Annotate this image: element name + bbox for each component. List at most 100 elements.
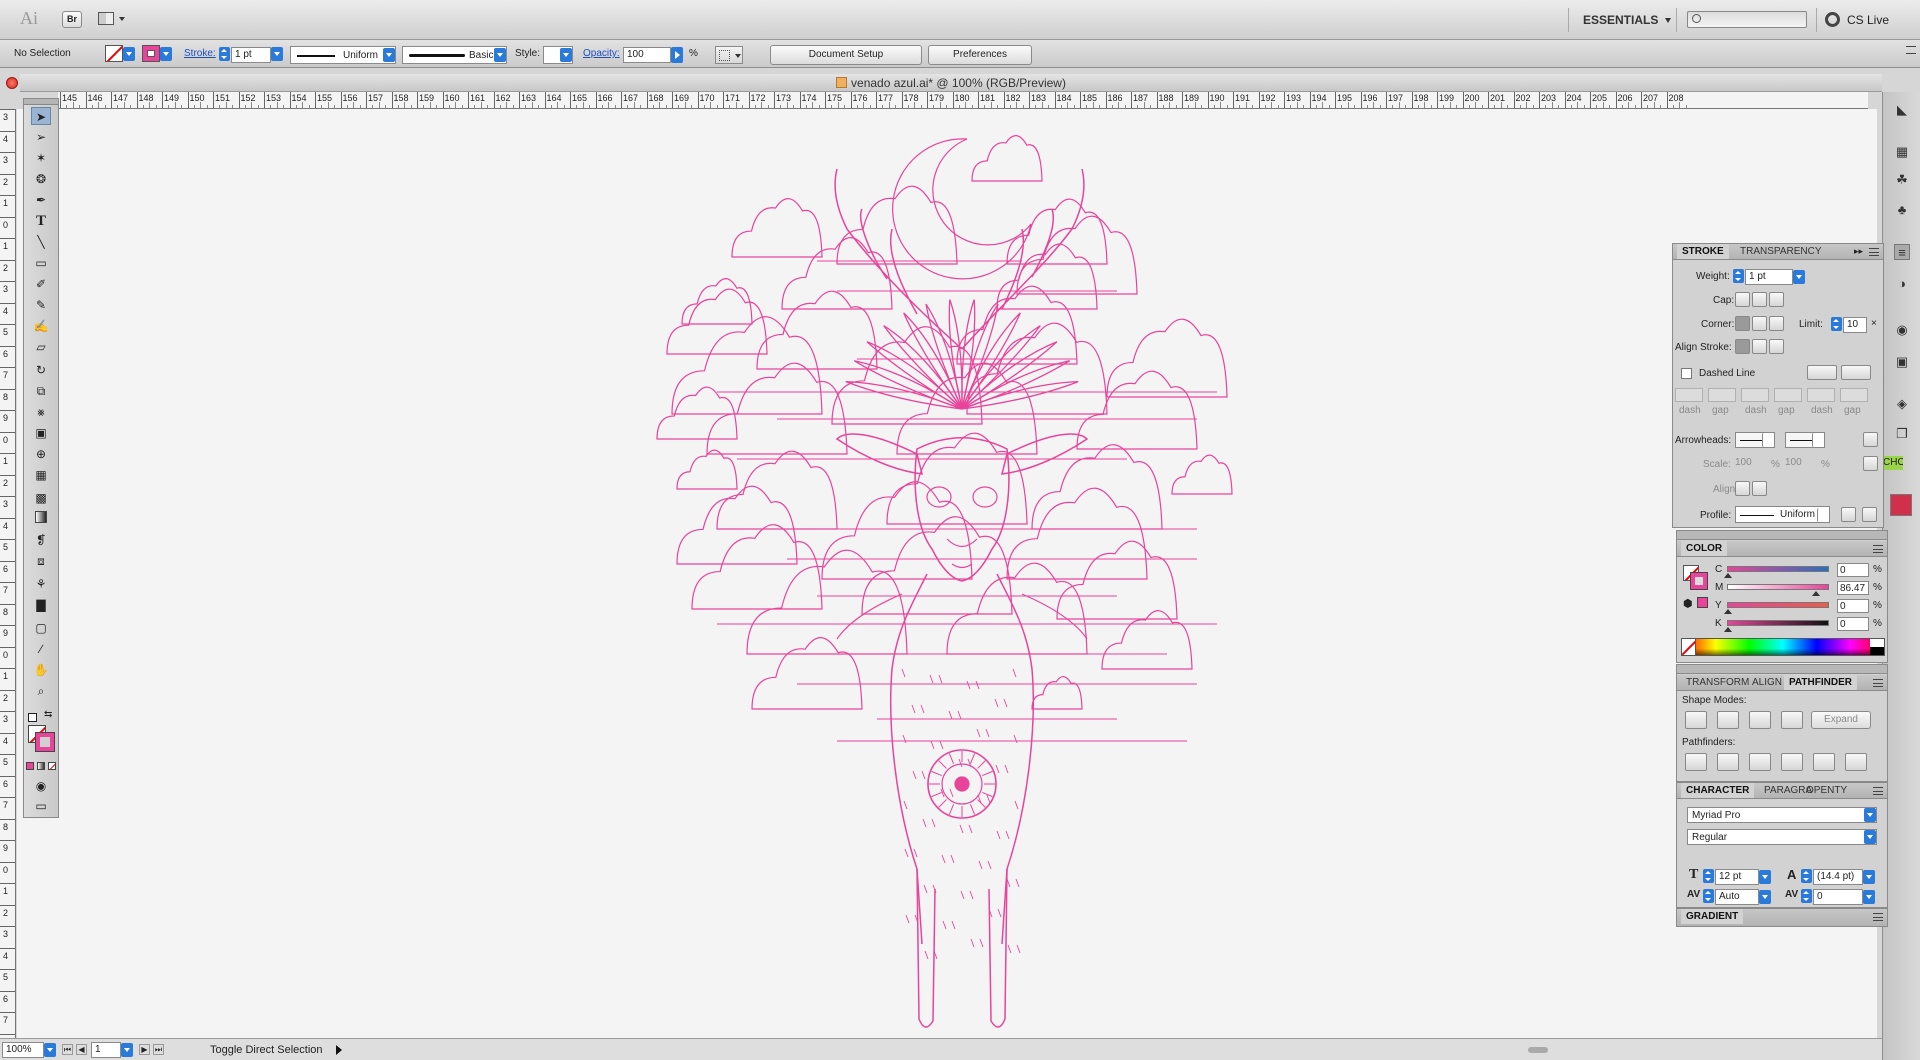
intersect-button[interactable] — [1749, 711, 1771, 729]
graphic-styles-icon[interactable]: ▣ — [1894, 354, 1910, 370]
preferences-button[interactable]: Preferences — [928, 45, 1032, 65]
graphic-style-select[interactable] — [543, 46, 573, 64]
tab-character[interactable]: CHARACTER — [1681, 783, 1755, 798]
trim-button[interactable] — [1717, 753, 1739, 771]
type-tool-icon[interactable]: T — [31, 212, 51, 230]
align-inside-button[interactable] — [1752, 339, 1767, 354]
gap-field[interactable] — [1774, 388, 1802, 402]
font-size-stepper[interactable] — [1703, 869, 1714, 883]
round-join-button[interactable] — [1752, 316, 1767, 331]
weight-stepper[interactable] — [1733, 269, 1744, 283]
end-arrowhead-select[interactable] — [1785, 432, 1825, 448]
leading-field[interactable]: (14.4 pt) — [1813, 869, 1863, 885]
gradient-tool-icon[interactable] — [31, 510, 51, 528]
opacity-field[interactable]: 100 — [623, 47, 671, 63]
panel-menu-icon[interactable] — [1873, 545, 1883, 553]
next-artboard-icon[interactable]: ▶ — [139, 1044, 150, 1055]
expand-button[interactable]: Expand — [1811, 711, 1871, 729]
white-spectrum-swatch[interactable] — [1870, 639, 1884, 647]
channel-k-slider[interactable] — [1727, 620, 1829, 626]
channel-y-slider[interactable] — [1727, 602, 1829, 608]
workspace-switcher[interactable]: ESSENTIALS — [1583, 13, 1671, 27]
document-title-bar[interactable]: venado azul.ai* @ 100% (RGB/Preview) — [20, 74, 1882, 92]
artboard-canvas[interactable] — [17, 109, 1877, 1043]
font-size-field[interactable]: 12 pt — [1715, 869, 1759, 885]
swap-colors-icon[interactable]: ⇆ — [44, 709, 52, 720]
miter-join-button[interactable] — [1735, 316, 1750, 331]
web-safe-swatch[interactable] — [1697, 597, 1708, 608]
channel-y-field[interactable]: 0 — [1837, 599, 1869, 613]
magic-wand-tool-icon[interactable]: ✶ — [31, 149, 51, 167]
tracking-field[interactable]: 0 — [1813, 889, 1863, 905]
default-colors-icon[interactable] — [28, 713, 37, 722]
paintbrush-tool-icon[interactable]: ✐ — [31, 275, 51, 293]
kerning-dropdown[interactable] — [1759, 890, 1771, 904]
bevel-join-button[interactable] — [1769, 316, 1784, 331]
color-guide-icon[interactable] — [1890, 494, 1912, 516]
channel-m-field[interactable]: 86.47 — [1837, 581, 1869, 595]
gap-field[interactable] — [1840, 388, 1868, 402]
minus-back-button[interactable] — [1845, 753, 1867, 771]
eyedropper-tool-icon[interactable]: ❡ — [31, 531, 51, 549]
tab-stroke[interactable]: STROKE — [1677, 244, 1729, 259]
blob-brush-tool-icon[interactable]: ✍ — [31, 317, 51, 335]
tab-transform[interactable]: TRANSFORM — [1681, 675, 1754, 690]
slider-thumb-icon[interactable] — [1724, 573, 1732, 578]
profile-select[interactable]: Uniform — [1735, 506, 1830, 523]
document-info-icon[interactable]: ◣ — [1894, 102, 1910, 118]
color-mode-icon[interactable] — [26, 762, 34, 770]
butt-cap-button[interactable] — [1735, 292, 1750, 307]
leading-dropdown[interactable] — [1863, 870, 1875, 884]
stroke-color-box[interactable] — [35, 732, 55, 752]
tab-align[interactable]: ALIGN — [1747, 675, 1787, 690]
dash-field[interactable] — [1675, 388, 1703, 402]
out-of-gamut-icon[interactable]: ⬢ — [1683, 597, 1693, 610]
divide-button[interactable] — [1685, 753, 1707, 771]
merge-button[interactable] — [1749, 753, 1771, 771]
selection-tool-icon[interactable]: ➤ — [31, 107, 51, 125]
free-transform-tool-icon[interactable]: ▣ — [31, 424, 51, 442]
panel-collapse-icon[interactable]: ▸▸ — [1854, 246, 1863, 257]
brushes-icon[interactable]: ☘ — [1894, 172, 1910, 188]
font-size-dropdown[interactable] — [1759, 870, 1771, 884]
artboards-icon[interactable]: ❐ — [1894, 426, 1910, 442]
channel-c-field[interactable]: 0 — [1837, 563, 1869, 577]
horizontal-ruler[interactable]: 145 146 147 148 149 150 151 152 153 154 155 156 157 1… — [58, 92, 1868, 109]
symbol-sprayer-tool-icon[interactable]: ⚘ — [31, 575, 51, 593]
flip-along-button[interactable] — [1841, 507, 1856, 522]
pen-tool-icon[interactable]: ✒ — [31, 191, 51, 209]
channel-m-slider[interactable] — [1727, 584, 1829, 590]
blend-tool-icon[interactable]: ⧈ — [31, 552, 51, 570]
font-family-select[interactable]: Myriad Pro — [1687, 807, 1877, 823]
dash-field[interactable] — [1807, 388, 1835, 402]
control-bar-menu-icon[interactable] — [1906, 46, 1916, 54]
tab-transparency[interactable]: TRANSPARENCY — [1735, 244, 1827, 259]
gradient-mode-icon[interactable] — [37, 762, 45, 770]
link-scale-button[interactable] — [1863, 456, 1878, 471]
kerning-field[interactable]: Auto — [1715, 889, 1759, 905]
close-document-icon[interactable] — [6, 77, 18, 89]
channel-k-field[interactable]: 0 — [1837, 617, 1869, 631]
stroke-weight-field[interactable]: 1 pt — [231, 47, 271, 63]
outline-button[interactable] — [1813, 753, 1835, 771]
hand-tool-icon[interactable]: ✋ — [31, 661, 51, 679]
panel-menu-icon[interactable] — [1873, 913, 1883, 921]
vertical-ruler[interactable]: 3 4 3 2 1 0 1 2 3 4 5 6 7 8 9 0 1 2 3 4 5 6 7 8 9 0 1 2 3 4 5 6 7 8 9 0 1 2 3 4… — [0, 109, 16, 1043]
weight-field[interactable]: 1 pt — [1745, 269, 1793, 285]
brush-definition-select[interactable]: Basic — [402, 46, 507, 64]
stroke-dropdown[interactable] — [160, 47, 172, 61]
tab-color[interactable]: COLOR — [1681, 541, 1728, 556]
zoom-field[interactable]: 100% — [2, 1042, 44, 1058]
search-input[interactable] — [1687, 11, 1807, 28]
recolor-artwork-button[interactable] — [715, 46, 743, 64]
tab-gradient[interactable]: GRADIENT — [1681, 909, 1744, 924]
rotate-tool-icon[interactable]: ↻ — [31, 361, 51, 379]
tracking-dropdown[interactable] — [1863, 890, 1875, 904]
transparency-icon[interactable]: ◑ — [1894, 276, 1910, 292]
crop-button[interactable] — [1781, 753, 1803, 771]
color-spectrum-bar[interactable] — [1681, 638, 1885, 656]
unite-button[interactable] — [1685, 711, 1707, 729]
document-setup-button[interactable]: Document Setup — [770, 45, 922, 65]
black-spectrum-swatch[interactable] — [1870, 647, 1884, 655]
line-segment-tool-icon[interactable]: ╲ — [31, 233, 51, 251]
